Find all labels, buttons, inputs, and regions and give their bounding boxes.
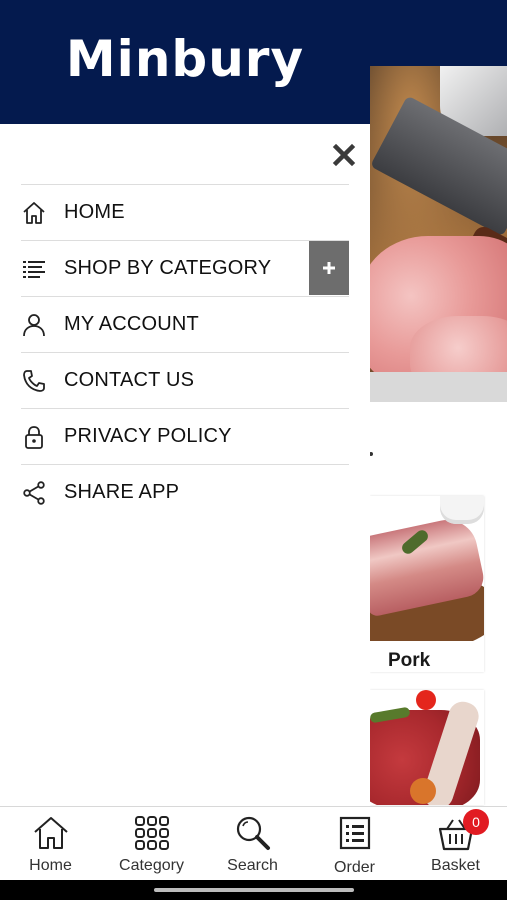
category-card-beef[interactable]: [370, 690, 484, 805]
pork-image: [370, 496, 484, 641]
beef-image: [370, 690, 484, 805]
drawer-header: Minbury: [0, 0, 370, 124]
brand-logo: Minbury: [65, 30, 305, 88]
home-indicator[interactable]: [154, 888, 354, 892]
navigation-drawer: Minbury HOME SHOP BY CATEGORY MY ACCOUNT…: [0, 0, 370, 806]
phone-icon: [21, 368, 47, 394]
menu-item-label: MY ACCOUNT: [64, 313, 199, 335]
order-list-icon: [304, 813, 405, 853]
menu-item-my-account[interactable]: MY ACCOUNT: [21, 296, 349, 352]
share-icon: [21, 480, 47, 506]
menu-item-share-app[interactable]: SHARE APP: [21, 464, 349, 520]
nav-category[interactable]: Category: [101, 807, 202, 881]
menu-item-label: SHARE APP: [64, 481, 180, 503]
banner-divider: [370, 372, 507, 402]
hero-banner-image[interactable]: [370, 66, 507, 372]
nav-label: Home: [29, 857, 72, 874]
basket-count-badge: 0: [463, 809, 489, 835]
category-card-pork[interactable]: Pork: [370, 496, 484, 672]
plus-icon: [323, 262, 335, 274]
nav-home[interactable]: Home: [0, 807, 101, 881]
menu-item-label: PRIVACY POLICY: [64, 425, 232, 447]
nav-label: Search: [227, 857, 278, 874]
nav-label: Category: [119, 857, 184, 874]
close-drawer-button[interactable]: [330, 141, 358, 169]
menu-item-label: CONTACT US: [64, 369, 195, 391]
nav-order[interactable]: Order: [304, 807, 405, 881]
menu-item-label: SHOP BY CATEGORY: [64, 257, 272, 279]
search-icon: [202, 813, 303, 853]
drawer-menu: HOME SHOP BY CATEGORY MY ACCOUNT CONTACT…: [21, 184, 349, 520]
basket-icon: [405, 813, 506, 853]
list-icon: [21, 256, 47, 282]
nav-search[interactable]: Search: [202, 807, 303, 881]
category-card-label: Pork: [388, 650, 431, 671]
menu-item-contact-us[interactable]: CONTACT US: [21, 352, 349, 408]
nav-label: Basket: [431, 857, 480, 874]
close-icon: [332, 143, 356, 167]
menu-item-label: HOME: [64, 201, 125, 223]
home-icon: [21, 200, 47, 226]
nav-label: Order: [334, 859, 375, 876]
system-navigation-bar: [0, 880, 507, 900]
home-icon: [0, 813, 101, 853]
menu-item-shop-by-category[interactable]: SHOP BY CATEGORY: [21, 240, 349, 296]
expand-category-button[interactable]: [309, 241, 349, 295]
grid-icon: [101, 813, 202, 853]
nav-basket[interactable]: 0 Basket: [405, 807, 506, 881]
menu-item-privacy-policy[interactable]: PRIVACY POLICY: [21, 408, 349, 464]
lock-icon: [21, 424, 47, 450]
user-icon: [21, 312, 47, 338]
menu-item-home[interactable]: HOME: [21, 184, 349, 240]
bottom-navigation: Home Category Search Order 0 Basket: [0, 806, 507, 881]
